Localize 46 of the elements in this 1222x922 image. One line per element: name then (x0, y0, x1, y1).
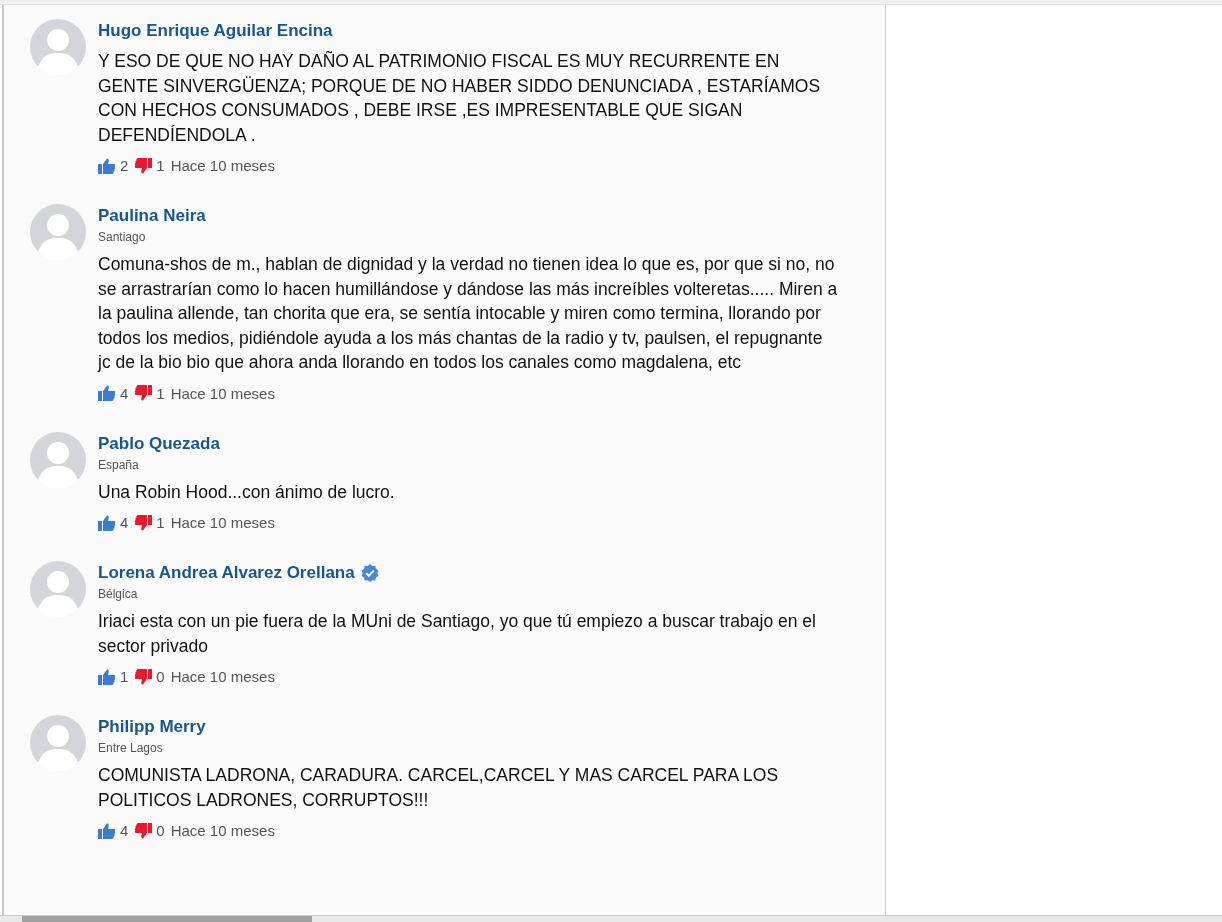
avatar-icon (30, 19, 86, 75)
avatar-icon (30, 431, 86, 488)
thumbs-down-icon[interactable] (134, 668, 153, 685)
comment-text: Y ESO DE QUE NO HAY DAÑO AL PATRIMONIO FISCAL ES MUY RECURRENTE EN GENTE SINVERGÜENZA; PORQUE DE NO HABER SIDDO DENUNCIADA , ESTARÍAMOS CON HECHOS CONSUMADOS , DEBE IRSE ,ES IMPRESENTABLE QUE SIGAN DEFENDÍENDOLA . (98, 50, 822, 147)
dislike-count: 1 (156, 157, 165, 174)
thumbs-down-icon[interactable] (134, 157, 153, 174)
avatar-icon (30, 715, 86, 771)
comment-time: Hace 10 meses (170, 157, 275, 174)
thumbs-down-icon[interactable] (134, 385, 153, 401)
author-location: Entre Lagos (98, 740, 164, 757)
author-name[interactable]: Paulina Neira (98, 204, 206, 228)
dislike-count: 1 (156, 514, 165, 531)
avatar-icon (30, 561, 86, 617)
comment-time: Hace 10 meses (170, 384, 275, 402)
thumbs-up-icon[interactable] (98, 668, 116, 685)
author-location: Bélgica (98, 586, 139, 603)
author-location: Santiago (98, 229, 147, 246)
comment-time: Hace 10 meses (170, 668, 275, 685)
dislike-count: 0 (156, 822, 165, 839)
like-count: 2 (120, 157, 129, 174)
avatar-icon (30, 204, 86, 260)
dislike-count: 0 (156, 668, 165, 685)
dislike-count: 1 (156, 384, 165, 402)
horizontal-scrollbar[interactable] (0, 915, 1222, 922)
comment-time: Hace 10 meses (170, 822, 275, 839)
like-count: 4 (120, 514, 129, 531)
author-name[interactable]: Philipp Merry (98, 715, 206, 739)
comment-text: Iriaci esta con un pie fuera de la MUni de Santiago, yo que tú empiezo a buscar trabajo en el sector privado (98, 610, 817, 658)
author-name[interactable]: Hugo Enrique Aguilar Encina (98, 19, 333, 43)
like-count: 4 (120, 822, 129, 839)
thumbs-down-icon[interactable] (134, 822, 153, 839)
comment-text: COMUNISTA LADRONA, CARADURA. CARCEL,CARCEL Y MAS CARCEL PARA LOS POLITICOS LADRONES, CORRUPTOS!!! (98, 764, 780, 812)
comment-text: Una Robin Hood...con ánimo de lucro. (98, 480, 396, 504)
author-name[interactable]: Pablo Quezada (98, 431, 220, 456)
comment-time: Hace 10 meses (170, 514, 275, 531)
like-count: 1 (120, 668, 129, 685)
thumbs-down-icon[interactable] (134, 514, 153, 531)
verified-badge-icon (360, 564, 379, 582)
comment-text: Comuna-shos de m., hablan de dignidad y la verdad no tienen idea lo que es, por que si no, no se arrastrarían como lo hacen humillándose y dándose las más increíbles volteretas..... Miren a la paulina allende, tan chorita que era, se sentía intocable y miren como termina, llorando por todos los medios, pidiéndole ayuda a los más chantas de la radio y tv, paulsen, el repugnante jc de la bio bio que ahora anda llorando en todos los canales como magdalena, etc (98, 253, 838, 374)
author-name[interactable]: Lorena Andrea Alvarez Orellana (98, 561, 355, 585)
thumbs-up-icon[interactable] (98, 822, 116, 839)
like-count: 4 (120, 384, 129, 402)
thumbs-up-icon[interactable] (98, 157, 116, 174)
thumbs-up-icon[interactable] (98, 385, 116, 401)
thumbs-up-icon[interactable] (98, 514, 116, 531)
author-location: España (98, 456, 140, 474)
